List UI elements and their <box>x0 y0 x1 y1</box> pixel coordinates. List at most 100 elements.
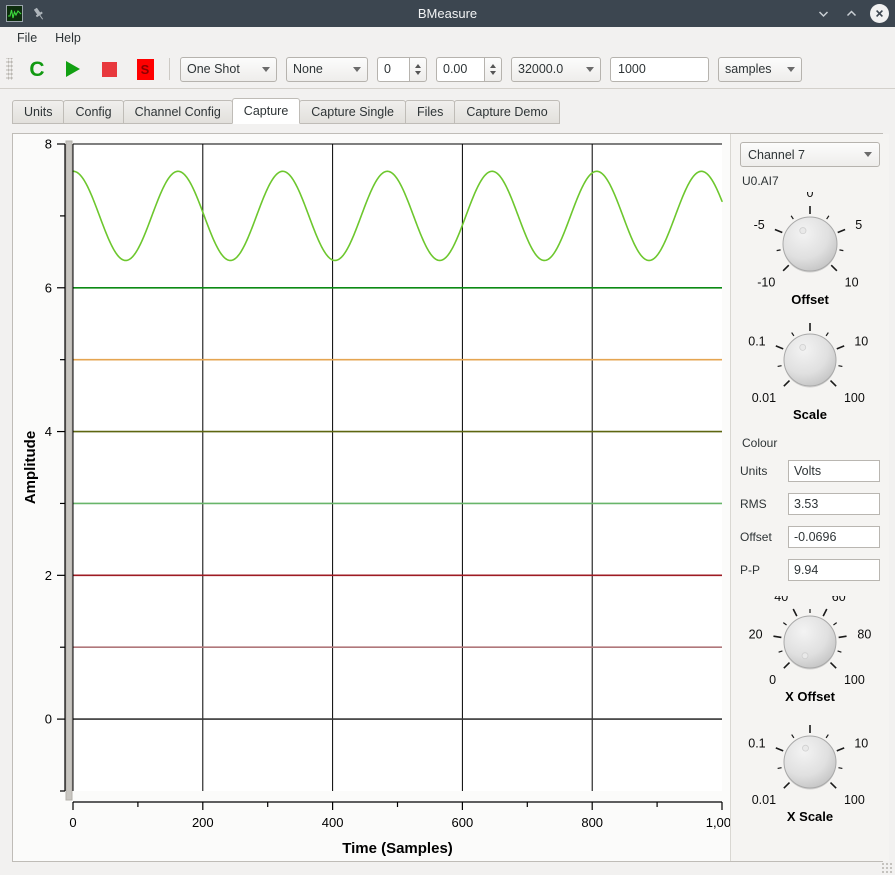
single-button[interactable]: S <box>127 54 163 84</box>
trigger-level-value[interactable]: 0.00 <box>436 57 484 82</box>
tab-units[interactable]: Units <box>12 100 64 124</box>
svg-text:6: 6 <box>45 280 52 295</box>
close-icon[interactable] <box>870 4 889 23</box>
svg-text:X Scale: X Scale <box>787 809 833 824</box>
maximize-button[interactable] <box>842 5 860 23</box>
chevron-down-icon <box>262 67 270 72</box>
chevron-down-icon <box>864 152 872 157</box>
tab-capture[interactable]: Capture <box>232 98 300 124</box>
svg-text:100: 100 <box>844 793 865 807</box>
tab-capture-demo[interactable]: Capture Demo <box>454 100 559 124</box>
play-icon <box>66 61 80 77</box>
channel-select-combo[interactable]: Channel 7 <box>740 142 880 167</box>
svg-text:100: 100 <box>844 391 865 405</box>
sample-count-value: 1000 <box>618 62 646 76</box>
units-field-row: Units Volts <box>740 459 880 483</box>
menu-item-help[interactable]: Help <box>46 28 90 48</box>
sample-count-input[interactable]: 1000 <box>610 57 709 82</box>
units-field[interactable]: Volts <box>788 460 880 482</box>
offset-field-label: Offset <box>740 530 788 544</box>
rms-field[interactable]: 3.53 <box>788 493 880 515</box>
svg-text:10: 10 <box>854 737 868 751</box>
stop-square-icon <box>102 62 117 77</box>
offset-field[interactable]: -0.0696 <box>788 526 880 548</box>
svg-text:0: 0 <box>807 192 814 200</box>
offset-field-row: Offset -0.0696 <box>740 525 880 549</box>
chevron-down-icon <box>586 67 594 72</box>
svg-text:0.1: 0.1 <box>748 335 765 349</box>
scale-knob[interactable]: 0.010.1110100Scale <box>740 314 880 426</box>
svg-text:Time (Samples): Time (Samples) <box>342 840 453 857</box>
x-offset-knob[interactable]: 020406080100X Offset <box>740 596 880 708</box>
pp-field[interactable]: 9.94 <box>788 559 880 581</box>
trigger-channel-stepper[interactable]: 0 <box>377 57 427 82</box>
stop-button[interactable] <box>91 54 127 84</box>
svg-text:0.01: 0.01 <box>752 793 776 807</box>
x-scale-knob-dial[interactable]: 0.01 0.1 1 10 100 X Scale <box>740 716 880 828</box>
tab-files[interactable]: Files <box>405 100 455 124</box>
svg-text:0: 0 <box>769 673 776 687</box>
menu-item-file[interactable]: File <box>8 28 46 48</box>
svg-text:0.01: 0.01 <box>752 391 776 405</box>
capture-mode-combo[interactable]: One Shot <box>180 57 277 82</box>
channel-select-value: Channel 7 <box>748 148 864 162</box>
run-button[interactable] <box>55 54 91 84</box>
svg-text:400: 400 <box>322 815 344 830</box>
chevron-down-icon <box>787 67 795 72</box>
pp-field-label: P-P <box>740 563 788 577</box>
pin-icon[interactable] <box>31 6 47 22</box>
waveform-plot[interactable]: 0246802004006008001,000Time (Samples)Amp… <box>13 134 730 861</box>
svg-text:0: 0 <box>69 815 76 830</box>
x-offset-knob-dial[interactable]: 020406080100X Offset <box>740 596 880 708</box>
sample-units-combo[interactable]: samples <box>718 57 802 82</box>
window-resize-grip[interactable] <box>881 862 893 874</box>
plot-canvas[interactable]: 0246802004006008001,000Time (Samples)Amp… <box>13 134 730 861</box>
svg-text:0.1: 0.1 <box>748 737 765 751</box>
svg-text:8: 8 <box>45 137 52 152</box>
capture-tab-panel: 0246802004006008001,000Time (Samples)Amp… <box>12 133 883 862</box>
svg-text:Amplitude: Amplitude <box>22 431 39 504</box>
svg-text:80: 80 <box>857 627 871 641</box>
toolbar-drag-handle[interactable] <box>6 58 13 80</box>
main-toolbar: C S One Shot None 0 0.00 <box>0 50 895 89</box>
letter-s-icon: S <box>137 59 154 80</box>
offset-knob[interactable]: -10-50510Offset <box>740 192 880 312</box>
rms-field-row: RMS 3.53 <box>740 492 880 516</box>
svg-text:-5: -5 <box>754 218 765 232</box>
tab-capture-single[interactable]: Capture Single <box>299 100 406 124</box>
svg-text:600: 600 <box>452 815 474 830</box>
x-scale-knob[interactable]: 0.01 0.1 1 10 100 X Scale <box>740 716 880 828</box>
spinner-up-icon <box>415 64 421 68</box>
spinner-down-icon <box>415 71 421 75</box>
svg-text:Scale: Scale <box>793 407 827 422</box>
pp-field-row: P-P 9.94 <box>740 558 880 582</box>
units-field-label: Units <box>740 464 788 478</box>
channel-control-panel: Channel 7 U0.AI7 -10-50510Offset 0.010.1… <box>730 134 889 861</box>
menu-bar: File Help <box>0 27 895 50</box>
window-titlebar: BMeasure <box>0 0 895 27</box>
connect-button[interactable]: C <box>19 54 55 84</box>
trigger-level-spin-buttons[interactable] <box>484 57 502 82</box>
svg-text:40: 40 <box>774 596 788 604</box>
sample-rate-value: 32000.0 <box>518 62 576 76</box>
trigger-level-stepper[interactable]: 0.00 <box>436 57 502 82</box>
tab-config[interactable]: Config <box>63 100 123 124</box>
svg-text:1: 1 <box>807 716 814 719</box>
spinner-down-icon <box>490 71 496 75</box>
scale-knob-dial[interactable]: 0.010.1110100Scale <box>740 314 880 426</box>
minimize-button[interactable] <box>814 5 832 23</box>
capture-mode-value: One Shot <box>187 62 252 76</box>
svg-text:200: 200 <box>192 815 214 830</box>
tab-channel-config[interactable]: Channel Config <box>123 100 233 124</box>
trigger-channel-spin-buttons[interactable] <box>409 57 427 82</box>
svg-text:2: 2 <box>45 568 52 583</box>
sample-rate-combo[interactable]: 32000.0 <box>511 57 601 82</box>
trigger-channel-value[interactable]: 0 <box>377 57 409 82</box>
offset-knob-dial[interactable]: -10-50510Offset <box>740 192 880 312</box>
svg-text:20: 20 <box>749 627 763 641</box>
trigger-mode-combo[interactable]: None <box>286 57 368 82</box>
svg-text:60: 60 <box>832 596 846 604</box>
svg-text:-10: -10 <box>757 276 775 290</box>
svg-text:10: 10 <box>845 276 859 290</box>
svg-text:1,000: 1,000 <box>706 815 730 830</box>
